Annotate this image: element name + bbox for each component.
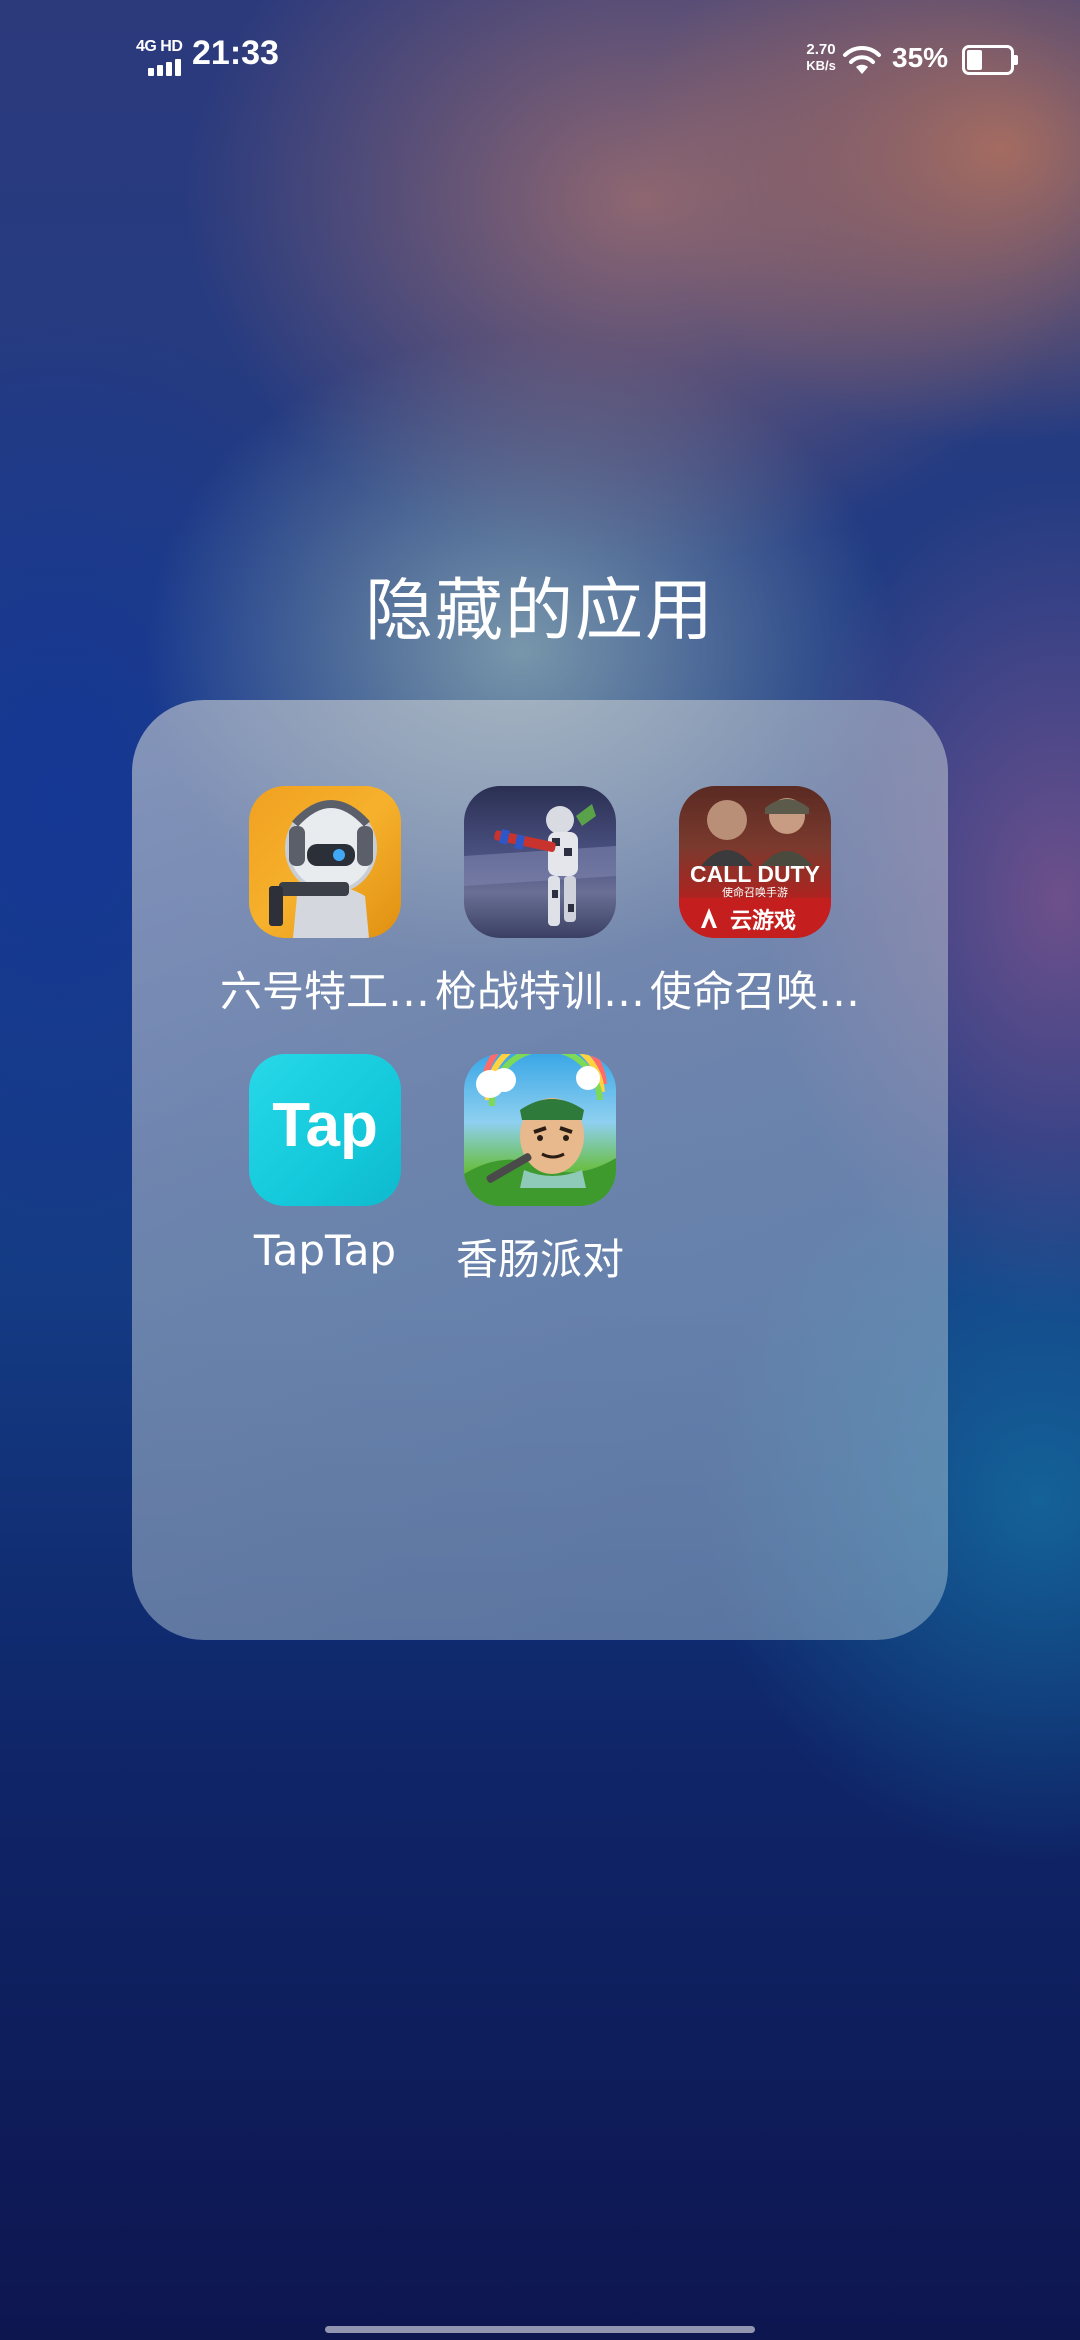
wifi-icon — [843, 45, 881, 74]
clock: 21:33 — [192, 34, 279, 72]
app-label: 枪战特训… — [434, 967, 645, 1016]
agent-six-icon[interactable] — [249, 786, 401, 938]
battery-level-fill — [967, 50, 982, 70]
cloud-game-text: 云游戏 — [730, 908, 796, 934]
gun-training-icon[interactable] — [464, 786, 616, 938]
network-speed-value: 2.70 — [806, 41, 836, 58]
network-speed-unit: KB/s — [806, 58, 836, 73]
status-bar: 4G HD 21:33 2.70 KB/s 35% — [0, 0, 1080, 120]
network-speed: 2.70 KB/s — [796, 42, 846, 74]
app-gun-training[interactable]: 枪战特训… — [424, 786, 656, 1019]
cod-logo-text: CALL DUTY — [690, 861, 820, 887]
app-sausage-party[interactable]: 香肠派对 — [424, 1054, 656, 1287]
app-taptap[interactable]: Tap TapTap — [209, 1054, 441, 1275]
taptap-icon[interactable]: Tap — [249, 1054, 401, 1206]
cod-subtitle-text: 使命召唤手游 — [722, 885, 788, 899]
call-of-duty-icon[interactable]: CALL DUTY 使命召唤手游 云游戏 — [679, 786, 831, 938]
taptap-icon-text: Tap — [272, 1091, 378, 1160]
home-screen: 4G HD 21:33 2.70 KB/s 35% 隐藏的应用 六号特工… 枪战… — [0, 0, 1080, 2340]
app-label: TapTap — [253, 1226, 397, 1275]
app-label: 六号特工… — [219, 967, 430, 1016]
sausage-party-icon[interactable] — [464, 1054, 616, 1206]
signal-bars — [148, 56, 188, 76]
home-indicator[interactable] — [325, 2326, 755, 2333]
cellular-signal-icon: 4G HD — [134, 38, 184, 78]
app-label: 香肠派对 — [455, 1235, 624, 1284]
network-type-label: 4G HD — [136, 38, 183, 55]
folder-title[interactable]: 隐藏的应用 — [0, 555, 1080, 654]
folder-panel: 六号特工… 枪战特训… CALL DUTY 使命召唤手游 云游戏 使命召唤… T… — [132, 700, 948, 1640]
app-label: 使命召唤… — [649, 967, 860, 1016]
app-call-of-duty[interactable]: CALL DUTY 使命召唤手游 云游戏 使命召唤… — [639, 786, 871, 1019]
battery-percent: 35% — [892, 42, 949, 73]
battery-icon — [962, 45, 1018, 75]
app-agent-six[interactable]: 六号特工… — [209, 786, 441, 1019]
